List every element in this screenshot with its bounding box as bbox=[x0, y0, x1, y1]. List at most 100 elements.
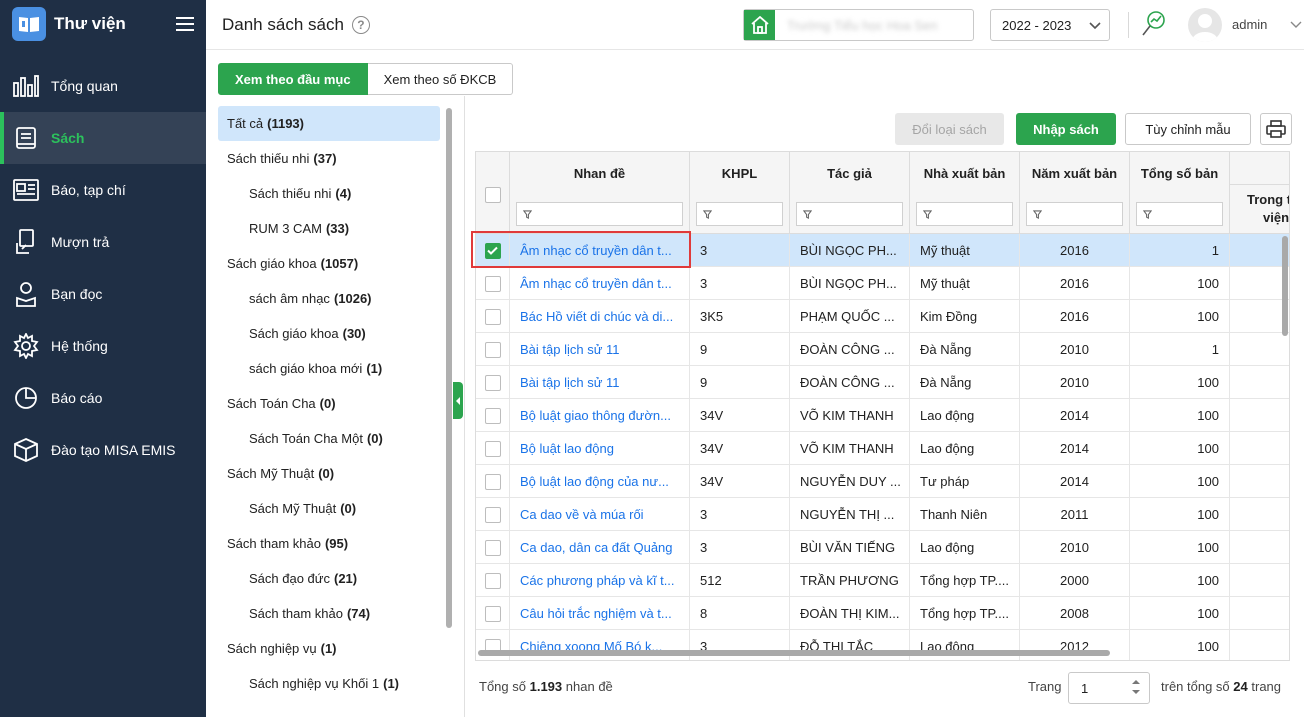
sidebar-item-readers[interactable]: Bạn đọc bbox=[0, 268, 206, 320]
table-row[interactable]: Âm nhạc cổ truyền dân t... 3 BÙI NGỌC PH..… bbox=[476, 267, 1289, 300]
filter-total-input[interactable] bbox=[1136, 202, 1223, 226]
category-item[interactable]: Sách giáo khoa (30) bbox=[218, 316, 440, 351]
row-checkbox[interactable] bbox=[484, 275, 501, 292]
page-stepper[interactable] bbox=[1131, 679, 1141, 695]
row-checkbox[interactable] bbox=[484, 374, 501, 391]
table-row[interactable]: Bộ luật lao động 34V VÕ KIM THANH Lao động 2… bbox=[476, 432, 1289, 465]
column-header-in-library: Trong t viện bbox=[1230, 152, 1289, 234]
column-year-label[interactable]: Năm xuất bản bbox=[1020, 166, 1129, 181]
cell-khpl: 3 bbox=[690, 630, 790, 660]
collapse-panel-button[interactable] bbox=[453, 382, 463, 419]
table-row[interactable]: Bác Hồ viết di chúc và di... 3K5 PHẠM QUỐC… bbox=[476, 300, 1289, 333]
tab-by-title[interactable]: Xem theo đầu mục bbox=[218, 63, 368, 95]
change-book-type-button[interactable]: Đổi loại sách bbox=[895, 113, 1004, 145]
customize-template-button[interactable]: Tùy chỉnh mẫu bbox=[1125, 113, 1251, 145]
row-checkbox[interactable] bbox=[484, 308, 501, 325]
sidebar-item-reports[interactable]: Báo cáo bbox=[0, 372, 206, 424]
row-select-cell bbox=[476, 630, 510, 660]
table-row[interactable]: Bộ luật giao thông đườn... 34V VÕ KIM THAN… bbox=[476, 399, 1289, 432]
category-item[interactable]: Sách Mỹ Thuật (0) bbox=[218, 456, 440, 491]
table-row[interactable]: Bài tập lịch sử 11 9 ĐOÀN CÔNG ... Đà Nẵng 2… bbox=[476, 366, 1289, 399]
cell-title[interactable]: Các phương pháp và kĩ t... bbox=[510, 564, 690, 597]
category-item[interactable]: Sách Toán Cha (0) bbox=[218, 386, 440, 421]
cell-title[interactable]: Âm nhạc cổ truyền dân t... bbox=[510, 267, 690, 300]
column-title-label[interactable]: Nhan đề bbox=[510, 166, 689, 181]
filter-title-input[interactable] bbox=[516, 202, 683, 226]
filter-year-input[interactable] bbox=[1026, 202, 1123, 226]
category-item[interactable]: sách âm nhạc (1026) bbox=[218, 281, 440, 316]
chevron-up-icon[interactable] bbox=[1131, 679, 1141, 685]
row-checkbox[interactable] bbox=[484, 572, 501, 589]
cell-title[interactable]: Ca dao, dân ca đất Quảng bbox=[510, 531, 690, 564]
table-row[interactable]: Ca dao, dân ca đất Quảng 3 BÙI VĂN TIẾNG La… bbox=[476, 531, 1289, 564]
import-books-button[interactable]: Nhập sách bbox=[1016, 113, 1116, 145]
cell-title[interactable]: Câu hỏi trắc nghiệm và t... bbox=[510, 597, 690, 630]
table-row[interactable]: Bài tập lịch sử 11 9 ĐOÀN CÔNG ... Đà Nẵng 2… bbox=[476, 333, 1289, 366]
category-scrollbar[interactable] bbox=[446, 108, 452, 628]
column-khpl-label[interactable]: KHPL bbox=[690, 166, 789, 181]
table-row[interactable]: Ca dao về và múa rối 3 NGUYỄN THỊ ... Thanh… bbox=[476, 498, 1289, 531]
row-checkbox[interactable] bbox=[484, 473, 501, 490]
column-publisher-label[interactable]: Nhà xuất bản bbox=[910, 166, 1019, 181]
cell-title[interactable]: Bộ luật lao động bbox=[510, 432, 690, 465]
category-item[interactable]: Sách giáo khoa (1057) bbox=[218, 246, 440, 281]
vertical-scrollbar[interactable] bbox=[1282, 236, 1288, 336]
chevron-down-icon[interactable] bbox=[1290, 17, 1302, 32]
row-checkbox[interactable] bbox=[484, 605, 501, 622]
sidebar-item-training[interactable]: Đào tạo MISA EMIS bbox=[0, 424, 206, 476]
sidebar-item-newspapers[interactable]: Báo, tạp chí bbox=[0, 164, 206, 216]
sidebar-item-books[interactable]: Sách bbox=[0, 112, 206, 164]
select-all-checkbox[interactable] bbox=[485, 187, 501, 203]
help-icon[interactable]: ? bbox=[351, 15, 370, 34]
chevron-down-icon[interactable] bbox=[1131, 689, 1141, 695]
category-item[interactable]: RUM 3 CAM (33) bbox=[218, 211, 440, 246]
cell-title[interactable]: Bài tập lịch sử 11 bbox=[510, 333, 690, 366]
sidebar-item-borrow[interactable]: Mượn trả bbox=[0, 216, 206, 268]
cell-title[interactable]: Bộ luật giao thông đườn... bbox=[510, 399, 690, 432]
category-item[interactable]: Sách thiếu nhi (37) bbox=[218, 141, 440, 176]
avatar[interactable] bbox=[1188, 8, 1222, 42]
category-item[interactable]: Sách Toán Cha Một (0) bbox=[218, 421, 440, 456]
school-year-select[interactable]: 2022 - 2023 bbox=[990, 9, 1110, 41]
row-checkbox[interactable] bbox=[484, 407, 501, 424]
category-item[interactable]: Sách tham khảo (74) bbox=[218, 596, 440, 631]
school-selector[interactable]: Trường Tiểu học Hoa Sen bbox=[743, 9, 974, 41]
table-row[interactable]: Các phương pháp và kĩ t... 512 TRẦN PHƯƠNG… bbox=[476, 564, 1289, 597]
row-checkbox[interactable] bbox=[484, 341, 501, 358]
row-checkbox[interactable] bbox=[484, 539, 501, 556]
user-name[interactable]: admin bbox=[1232, 17, 1267, 32]
page-number-input[interactable]: 1 bbox=[1068, 672, 1150, 704]
category-item[interactable]: Sách thiếu nhi (4) bbox=[218, 176, 440, 211]
category-item[interactable]: Sách nghiệp vụ Khối 1 (1) bbox=[218, 666, 440, 701]
category-item[interactable]: Sách Mỹ Thuật (0) bbox=[218, 491, 440, 526]
row-checkbox[interactable] bbox=[484, 440, 501, 457]
category-item[interactable]: Sách tham khảo (95) bbox=[218, 526, 440, 561]
column-total-label[interactable]: Tổng số bản bbox=[1130, 166, 1229, 181]
statistics-search-icon[interactable] bbox=[1141, 10, 1167, 41]
sidebar-item-overview[interactable]: Tổng quan bbox=[0, 60, 206, 112]
cell-title[interactable]: Bộ luật lao động của nư... bbox=[510, 465, 690, 498]
category-item[interactable]: Sách đạo đức (21) bbox=[218, 561, 440, 596]
row-checkbox[interactable] bbox=[484, 506, 501, 523]
table-row[interactable]: Câu hỏi trắc nghiệm và t... 8 ĐOÀN THỊ KIM… bbox=[476, 597, 1289, 630]
filter-publisher-input[interactable] bbox=[916, 202, 1013, 226]
table-row[interactable]: Chiêng xoong Mố Bó k... 3 ĐỖ THỊ TẮC Lao độ… bbox=[476, 630, 1289, 660]
table-row[interactable]: Bộ luật lao động của nư... 34V NGUYỄN DUY … bbox=[476, 465, 1289, 498]
tab-by-registration-number[interactable]: Xem theo số ĐKCB bbox=[367, 63, 514, 95]
row-select-cell bbox=[476, 333, 510, 366]
column-author-label[interactable]: Tác giả bbox=[790, 166, 909, 181]
print-icon[interactable] bbox=[1260, 113, 1292, 145]
filter-author-input[interactable] bbox=[796, 202, 903, 226]
sidebar-item-system[interactable]: Hệ thống bbox=[0, 320, 206, 372]
category-item[interactable]: Sách nghiệp vụ (1) bbox=[218, 631, 440, 666]
category-item[interactable]: sách giáo khoa mới (1) bbox=[218, 351, 440, 386]
cell-title[interactable]: Bác Hồ viết di chúc và di... bbox=[510, 300, 690, 333]
category-item[interactable]: Tất cả (1193) bbox=[218, 106, 440, 141]
horizontal-scrollbar[interactable] bbox=[478, 650, 1110, 656]
cell-title[interactable]: Ca dao về và múa rối bbox=[510, 498, 690, 531]
cell-title[interactable]: Bài tập lịch sử 11 bbox=[510, 366, 690, 399]
filter-khpl-input[interactable] bbox=[696, 202, 783, 226]
column-in-library-label[interactable]: Trong t bbox=[1230, 192, 1289, 207]
menu-toggle-icon[interactable] bbox=[176, 17, 194, 31]
cell-title[interactable]: Chiêng xoong Mố Bó k... bbox=[510, 630, 690, 660]
